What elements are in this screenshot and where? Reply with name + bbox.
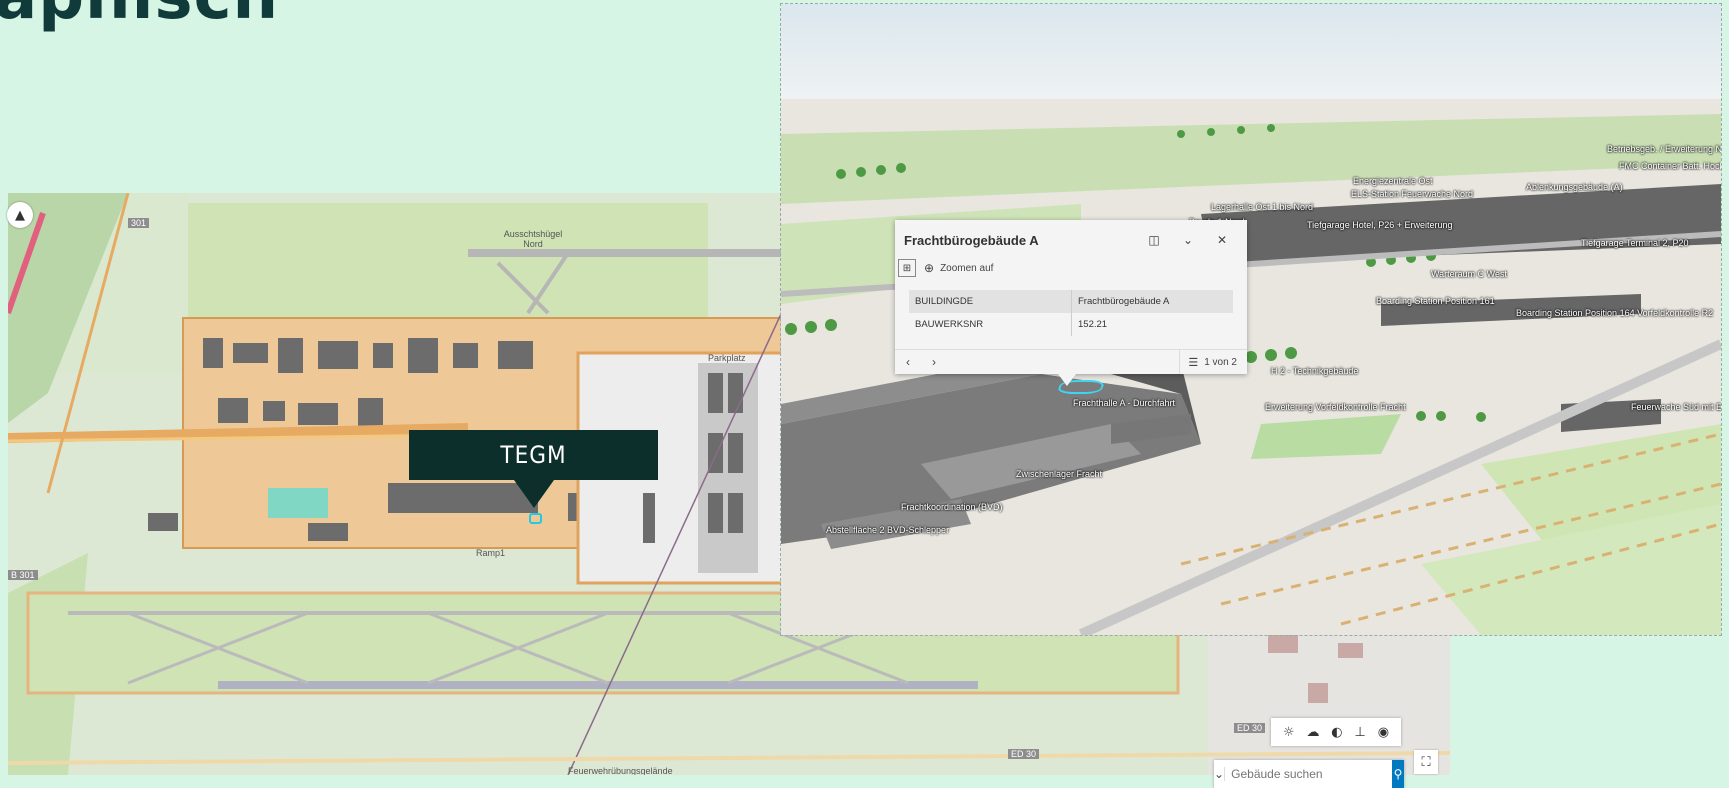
slide-title: aphisch <box>0 0 279 34</box>
table-row: BAUWERKSNR 152.21 <box>909 313 1233 336</box>
fullscreen-button[interactable]: ⛶ <box>1414 750 1438 774</box>
road-shield-ed30-a: ED 30 <box>1234 723 1266 733</box>
attribute-value: 152.21 <box>1071 313 1233 336</box>
road-shield-b301: B 301 <box>8 570 38 580</box>
zoom-to-link[interactable]: Zoomen auf <box>940 263 993 274</box>
popup-header: Frachtbürogebäude A ◫ ⌄ ✕ <box>904 230 1239 250</box>
attribute-key: BUILDINGDE <box>909 290 1072 313</box>
scene-label: Frachtkoordination (BVD) <box>901 502 1003 512</box>
close-icon[interactable]: ✕ <box>1205 233 1239 247</box>
scene-label: Zwischenlager Fracht <box>1016 469 1103 479</box>
popup-actions: ⊞ ⊕ Zoomen auf <box>898 258 993 278</box>
popup-footer: ‹ › ☰ 1 von 2 <box>895 349 1247 374</box>
scene-label: FMC Container Batt. Hochb. <box>1619 161 1721 171</box>
next-feature-button[interactable]: › <box>921 355 947 369</box>
weather-icon[interactable]: ☁ <box>1306 725 1319 740</box>
scene-label: Boarding Station Position 161 <box>1376 296 1495 306</box>
scene-label: H 2 - Technikgebäude <box>1271 366 1359 376</box>
feature-menu-icon[interactable]: ⊞ <box>898 259 916 277</box>
scene-label: Ablenkungsgebäude (A) <box>1526 182 1623 192</box>
scene-label: Feuerwache Süd mit ELS <box>1631 402 1721 412</box>
dock-icon[interactable]: ◫ <box>1137 233 1171 247</box>
attribute-key: BAUWERKSNR <box>909 313 1072 336</box>
tegm-marker[interactable]: TEGM <box>409 430 658 480</box>
popup-title: Frachtbürogebäude A <box>904 232 1039 248</box>
compass-icon: ▲ <box>15 207 25 223</box>
zoom-icon[interactable]: ⊕ <box>924 261 934 275</box>
building-search: ⌄ ⚲ <box>1214 760 1404 788</box>
scene-label: Tiefgarage Hotel, P26 + Erweiterung <box>1307 220 1453 230</box>
compass-button[interactable]: ▲ <box>7 202 33 228</box>
feature-popup: Frachtbürogebäude A ◫ ⌄ ✕ ⊞ ⊕ Zoomen auf… <box>895 220 1247 374</box>
scene-label: Energiezentrale Ost <box>1353 176 1433 186</box>
scene-label: Betriebsgeb. / Erweiterung Nord <box>1607 144 1721 154</box>
label-ramp: Ramp1 <box>476 548 506 558</box>
attribute-value: Frachtbürogebäude A <box>1071 290 1233 313</box>
scene-label: Lagerhalle Ost 1 bis Nord <box>1211 202 1314 212</box>
road-shield-ed30-b: ED 30 <box>1008 749 1040 759</box>
scene-label: Tiefgarage Terminal 2, P20 <box>1581 238 1689 248</box>
measure-icon[interactable]: ⊥ <box>1355 725 1366 740</box>
scene-label: Erweiterung Vorfeldkontrolle Fracht <box>1265 402 1406 412</box>
attribute-table: BUILDINGDE Frachtbürogebäude A BAUWERKSN… <box>909 290 1233 336</box>
road-shield-301: 301 <box>128 218 150 228</box>
scene-label: Boarding Station Position 164 Vorfeldkon… <box>1516 308 1714 318</box>
label-parking: Parkplatz <box>708 353 746 363</box>
scene-label: ELS-Station Feuerwache Nord <box>1351 189 1474 199</box>
sun-icon[interactable]: ☼ <box>1283 725 1295 740</box>
label-hill: Ausschtshügel Nord <box>503 229 563 249</box>
scene-label: Warteraum C West <box>1431 269 1508 279</box>
layers-icon[interactable]: ◉ <box>1378 725 1389 740</box>
table-row: BUILDINGDE Frachtbürogebäude A <box>909 290 1233 313</box>
feature-list-button[interactable]: ☰ 1 von 2 <box>1179 350 1247 374</box>
list-icon: ☰ <box>1188 356 1199 369</box>
search-input[interactable] <box>1225 767 1393 781</box>
fullscreen-icon: ⛶ <box>1421 754 1431 770</box>
scene-label: Frachthalle A - Durchfahrt <box>1073 398 1176 408</box>
map-toolbar: ☼ ☁ ◐ ⊥ ◉ <box>1271 718 1401 746</box>
collapse-chevron-icon[interactable]: ⌄ <box>1171 233 1205 247</box>
pagination-text: 1 von 2 <box>1204 356 1237 368</box>
popup-pointer <box>1058 374 1076 386</box>
selected-feature-outline[interactable] <box>529 513 542 524</box>
chevron-down-icon[interactable]: ⌄ <box>1214 767 1226 781</box>
label-south-area: Feuerwehrübungsgelände <box>568 766 673 775</box>
tegm-marker-pointer <box>514 480 554 508</box>
contrast-icon[interactable]: ◐ <box>1331 725 1342 740</box>
previous-feature-button[interactable]: ‹ <box>895 355 921 369</box>
search-icon[interactable]: ⚲ <box>1392 760 1404 788</box>
scene-label: Abstellfläche 2 BVD-Schlepper <box>826 525 950 535</box>
